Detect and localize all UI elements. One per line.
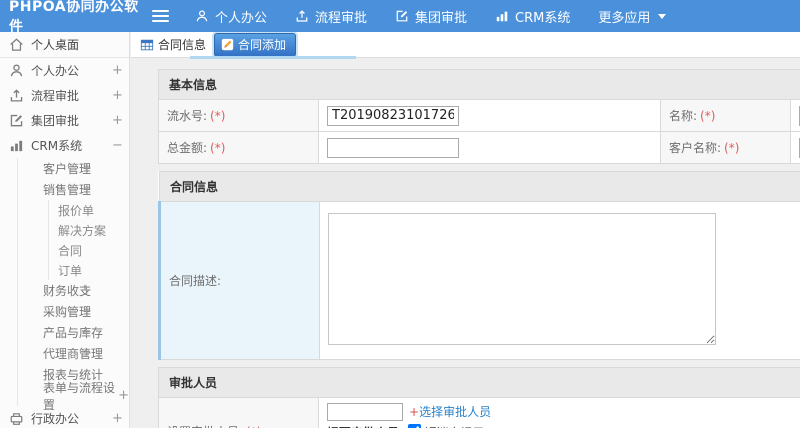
expand-toggle[interactable]: + bbox=[81, 304, 92, 319]
nav-more-apps[interactable]: 更多应用 bbox=[598, 7, 667, 26]
contract-desc-textarea[interactable] bbox=[328, 213, 716, 345]
sms-checkbox[interactable] bbox=[407, 424, 421, 428]
pencil-icon bbox=[221, 38, 234, 51]
nav-personal-office[interactable]: 个人办公 bbox=[195, 7, 267, 26]
table-row: 合同描述: bbox=[158, 201, 800, 360]
upload-icon bbox=[295, 9, 309, 23]
table-icon bbox=[140, 38, 154, 52]
top-nav: 个人办公 流程审批 集团审批 CRM系统 更多应用 bbox=[195, 7, 667, 26]
contract-form: 基本信息 流水号:(*) 名称:(*) 总金额:(*) 客 bbox=[158, 69, 800, 428]
table-row: 流水号:(*) 名称:(*) bbox=[158, 99, 800, 132]
choose-approver-link[interactable]: +选择审批人员 bbox=[409, 405, 491, 419]
active-tab-underline bbox=[190, 56, 356, 59]
collapse-toggle[interactable]: − bbox=[112, 138, 123, 153]
expand-toggle[interactable]: + bbox=[81, 283, 92, 298]
basic-info-section: 基本信息 流水号:(*) 名称:(*) 总金额:(*) 客 bbox=[158, 69, 800, 164]
tab-bar: 合同信息 合同添加 bbox=[131, 32, 800, 59]
section-title-basic: 基本信息 bbox=[158, 69, 800, 100]
sidebar-item-order[interactable]: 订单 bbox=[49, 260, 129, 280]
sidebar-item-agent-mgmt[interactable]: 代理商管理 + bbox=[18, 343, 129, 364]
sidebar-item-sales-mgmt[interactable]: 销售管理 − bbox=[18, 179, 129, 200]
top-header: PHPOA协同办公软件 个人办公 流程审批 集团审批 CRM系统 更多应用 bbox=[0, 0, 800, 35]
table-row: 设置审批人员:(*) +选择审批人员 提醒审批人员: 短消息提示 注: 流程第一… bbox=[158, 397, 800, 428]
section-title-contract: 合同信息 bbox=[158, 171, 800, 202]
main-content: 合同信息 合同添加 基本信息 流水号:(*) 名称:(*) bbox=[131, 32, 800, 428]
table-row: 总金额: (*) 客户名称: (*) bbox=[158, 131, 800, 164]
app-logo: PHPOA协同办公软件 bbox=[9, 0, 139, 35]
expand-toggle[interactable]: + bbox=[112, 411, 123, 426]
expand-toggle[interactable]: + bbox=[118, 388, 129, 403]
sidebar-item-process-approval[interactable]: 流程审批 + bbox=[0, 83, 129, 108]
sidebar-item-purchase[interactable]: 采购管理 + bbox=[18, 301, 129, 322]
serial-label: 流水号: (*) bbox=[158, 99, 319, 132]
nav-crm[interactable]: CRM系统 bbox=[495, 7, 570, 26]
expand-toggle[interactable]: + bbox=[112, 88, 123, 103]
bar-chart-icon bbox=[9, 138, 24, 153]
bar-chart-icon bbox=[495, 9, 509, 23]
amount-input[interactable] bbox=[327, 137, 459, 158]
required-mark: (*) bbox=[210, 141, 226, 155]
sidebar: 个人桌面 个人办公 + 流程审批 + 集团审批 + CRM系统 − 客户管理 +… bbox=[0, 32, 130, 428]
nav-group-approval[interactable]: 集团审批 bbox=[395, 7, 467, 26]
expand-toggle[interactable]: + bbox=[81, 346, 92, 361]
contract-desc-label: 合同描述: bbox=[158, 201, 320, 360]
printer-icon bbox=[9, 411, 24, 426]
sidebar-item-form-flow-settings[interactable]: 表单与流程设置 + bbox=[18, 381, 129, 412]
sidebar-item-group-approval[interactable]: 集团审批 + bbox=[0, 108, 129, 133]
tab-contract-add-active[interactable]: 合同添加 bbox=[214, 32, 297, 57]
nav-process-approval[interactable]: 流程审批 bbox=[295, 7, 367, 26]
sidebar-item-finance[interactable]: 财务收支 + bbox=[18, 280, 129, 301]
sidebar-item-quotation[interactable]: 报价单 bbox=[49, 200, 129, 220]
menu-toggle-icon[interactable] bbox=[152, 10, 169, 22]
approver-input[interactable] bbox=[327, 403, 403, 421]
upload-icon bbox=[9, 88, 24, 103]
sidebar-item-contract[interactable]: 合同 bbox=[49, 240, 129, 260]
contract-info-section: 合同信息 合同描述: bbox=[158, 171, 800, 360]
person-icon bbox=[9, 63, 24, 78]
person-icon bbox=[195, 9, 209, 23]
serial-input[interactable] bbox=[327, 105, 459, 126]
sidebar-item-admin-office[interactable]: 行政办公 + bbox=[0, 406, 129, 428]
sidebar-item-crm[interactable]: CRM系统 − bbox=[0, 133, 129, 158]
expand-toggle[interactable]: + bbox=[81, 325, 92, 340]
sidebar-item-customer-mgmt[interactable]: 客户管理 + bbox=[18, 158, 129, 179]
expand-toggle[interactable]: + bbox=[81, 161, 92, 176]
required-mark: (*) bbox=[700, 109, 716, 123]
expand-toggle[interactable]: + bbox=[112, 63, 123, 78]
chevron-down-icon bbox=[658, 13, 667, 19]
sidebar-item-personal-office[interactable]: 个人办公 + bbox=[0, 58, 129, 83]
sales-submenu: 报价单 解决方案 合同 订单 bbox=[48, 200, 129, 280]
section-title-approver: 审批人员 bbox=[158, 367, 800, 398]
sidebar-item-solution[interactable]: 解决方案 bbox=[49, 220, 129, 240]
approver-section: 审批人员 设置审批人员:(*) +选择审批人员 提醒审批人员: 短消息提示 注:… bbox=[158, 367, 800, 428]
collapse-toggle[interactable]: − bbox=[81, 182, 92, 197]
expand-toggle[interactable]: + bbox=[112, 113, 123, 128]
edit-icon bbox=[395, 9, 409, 23]
required-mark: (*) bbox=[246, 425, 261, 428]
crm-submenu: 客户管理 + 销售管理 − 报价单 解决方案 合同 订单 财务收支 + 采购管理… bbox=[17, 158, 129, 412]
amount-label: 总金额: (*) bbox=[158, 131, 319, 164]
sidebar-item-product-inventory[interactable]: 产品与库存 + bbox=[18, 322, 129, 343]
home-icon bbox=[9, 37, 24, 52]
tab-contract-info[interactable]: 合同信息 bbox=[140, 36, 206, 53]
customer-label: 客户名称: (*) bbox=[660, 131, 791, 164]
name-label: 名称: (*) bbox=[660, 99, 791, 132]
required-mark: (*) bbox=[724, 141, 740, 155]
set-approver-label: 设置审批人员:(*) bbox=[158, 397, 319, 428]
required-mark: (*) bbox=[210, 109, 226, 123]
edit-icon bbox=[9, 113, 24, 128]
